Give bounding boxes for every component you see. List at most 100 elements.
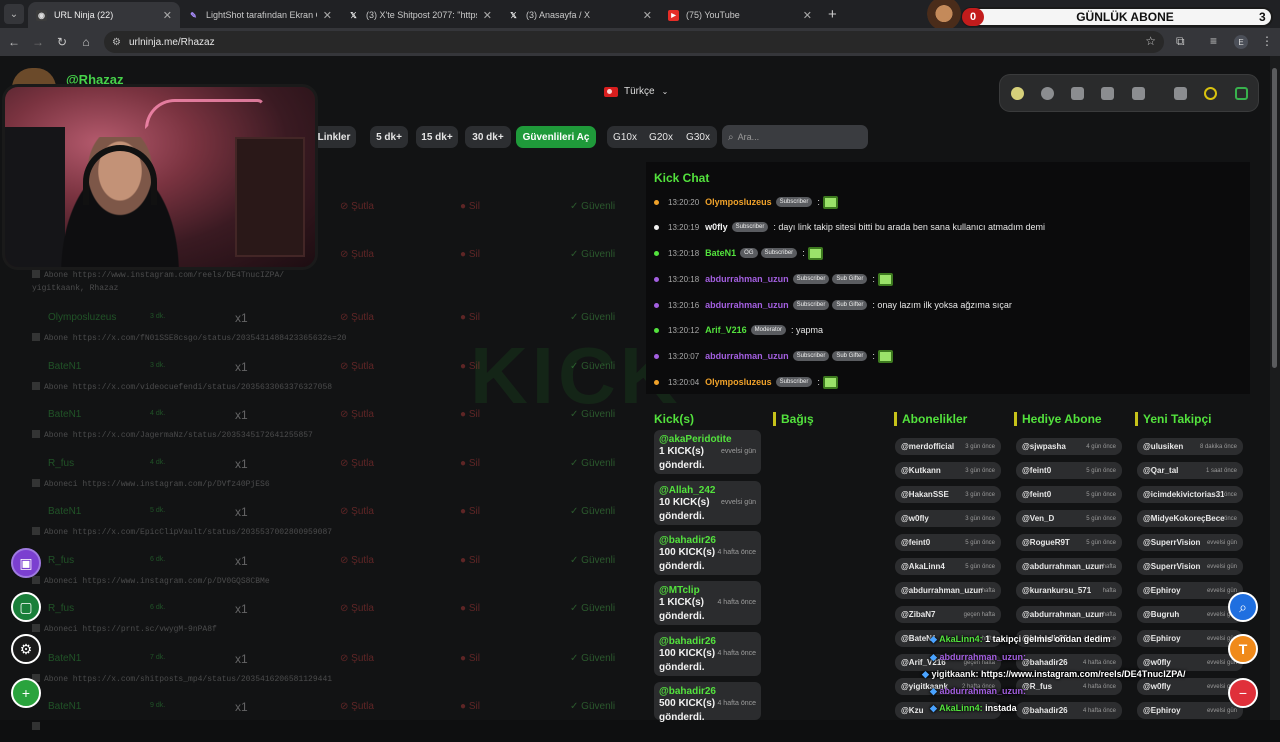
skip-button[interactable]: ⊘ Şutla [340, 701, 374, 712]
trash-icon[interactable] [1174, 87, 1187, 100]
bookmark-star-icon[interactable]: ☆ [1145, 34, 1156, 48]
kick-sender[interactable]: @MTclip [659, 585, 756, 596]
row-link[interactable] [32, 722, 44, 732]
follows-chip[interactable]: @MidyeKokoreçBecegi önce [1137, 510, 1243, 527]
gifts-chip[interactable]: @R_fus 4 hafta önce [1016, 678, 1122, 695]
delete-button[interactable]: ● Sil [460, 458, 480, 469]
translate-icon[interactable]: T [1228, 634, 1258, 664]
subs-chip[interactable]: @w0fly 3 gün önce [895, 510, 1001, 527]
safe-button[interactable]: ✓ Güvenli [570, 249, 615, 260]
home-icon[interactable]: ⌂ [74, 35, 98, 49]
follows-chip[interactable]: @icimdekivictorias31 önce [1137, 486, 1243, 503]
filter-15min-button[interactable]: 15 dk+ [416, 126, 458, 148]
safe-button[interactable]: ✓ Güvenli [570, 506, 615, 517]
delete-button[interactable]: ● Sil [460, 201, 480, 212]
row-user[interactable]: Olymposluzeus [48, 312, 116, 323]
close-icon[interactable]: ✕ [483, 9, 492, 22]
skip-button[interactable]: ⊘ Şutla [340, 555, 374, 566]
row-link[interactable]: Abone https://x.com/EpicClipVault/status… [32, 527, 332, 537]
skip-button[interactable]: ⊘ Şutla [340, 603, 374, 614]
close-icon[interactable]: ✕ [803, 9, 812, 22]
safe-button[interactable]: ✓ Güvenli [570, 361, 615, 372]
forward-icon[interactable]: → [26, 35, 50, 49]
new-tab-button[interactable]: + [828, 6, 837, 23]
row-user[interactable]: BateN1 [48, 361, 81, 372]
url-field[interactable]: ⚙ urlninja.me/Rhazaz ☆ [104, 31, 1164, 53]
filter-30min-button[interactable]: 30 dk+ [465, 126, 511, 148]
delete-button[interactable]: ● Sil [460, 603, 480, 614]
row-link[interactable]: Abone https://x.com/JagermaNz/status/203… [32, 430, 313, 440]
kick-logo-icon[interactable]: ▢ [11, 592, 41, 622]
search-input[interactable]: ⌕ Ara... [722, 125, 868, 149]
follows-chip[interactable]: @ulusiken 8 dakika önce [1137, 438, 1243, 455]
row-link[interactable]: Abone https://x.com/fN01SSE8csgo/status/… [32, 333, 346, 343]
chat-username[interactable]: w0fly [705, 222, 728, 232]
links-button[interactable]: Linkler [312, 126, 356, 148]
follows-chip[interactable]: @Ephiroy evvelsi gün [1137, 582, 1243, 599]
settings-gear-icon[interactable]: ⚙ [11, 634, 41, 664]
follows-chip[interactable]: @SuperrVision evvelsi gün [1137, 534, 1243, 551]
filter-5min-button[interactable]: 5 dk+ [370, 126, 408, 148]
subs-chip[interactable]: @merdofficial 3 gün önce [895, 438, 1001, 455]
tab-x-home[interactable]: 𝕏 (3) Anasayfa / X ✕ [500, 2, 660, 28]
twitter-icon[interactable] [1041, 87, 1054, 100]
language-select[interactable]: Türkçe ⌄ [604, 86, 668, 97]
scrollbar-thumb[interactable] [1272, 68, 1277, 368]
row-user[interactable]: R_fus [48, 555, 74, 566]
add-user-icon[interactable]: + [11, 678, 41, 708]
skip-button[interactable]: ⊘ Şutla [340, 312, 374, 323]
chat-username[interactable]: BateN1 [705, 248, 736, 258]
logo-icon[interactable] [1011, 87, 1024, 100]
open-trusted-button[interactable]: Güvenlileri Aç [516, 126, 596, 148]
chat-username[interactable]: abdurrahman_uzun [705, 351, 789, 361]
subs-chip[interactable]: @AkaLinn4 5 gün önce [895, 558, 1001, 575]
follows-chip[interactable]: @Ephiroy evvelsi gün [1137, 702, 1243, 719]
g10-button[interactable]: G10x [609, 126, 641, 148]
delete-button[interactable]: ● Sil [460, 506, 480, 517]
row-user[interactable]: BateN1 [48, 409, 81, 420]
gifts-chip[interactable]: @kurankursu_571 hafta [1016, 582, 1122, 599]
gifts-chip[interactable]: @abdurrahman_uzun hafta [1016, 558, 1122, 575]
row-user[interactable]: BateN1 [48, 506, 81, 517]
subs-chip[interactable]: @abdurrahman_uzun hafta [895, 582, 1001, 599]
row-link[interactable]: Aboneci https://prnt.sc/vwygM-9nPA8f [32, 624, 217, 634]
safe-button[interactable]: ✓ Güvenli [570, 409, 615, 420]
logout-icon[interactable] [1235, 87, 1248, 100]
kick-sender[interactable]: @bahadir26 [659, 535, 756, 546]
safe-button[interactable]: ✓ Güvenli [570, 312, 615, 323]
reload-icon[interactable]: ↻ [50, 35, 74, 49]
skip-button[interactable]: ⊘ Şutla [340, 409, 374, 420]
skip-button[interactable]: ⊘ Şutla [340, 458, 374, 469]
kick-sender[interactable]: @Allah_242 [659, 485, 756, 496]
gifts-chip[interactable]: @sjwpasha 4 gün önce [1016, 438, 1122, 455]
tab-lightshot[interactable]: ✎ LightShot tarafından Ekran Görü ✕ [180, 2, 340, 28]
skip-button[interactable]: ⊘ Şutla [340, 201, 374, 212]
kick-sender[interactable]: @akaPeridotite [659, 434, 756, 445]
gifts-chip[interactable]: @feint0 5 gün önce [1016, 462, 1122, 479]
row-link[interactable]: Abone https://x.com/shitposts_mp4/status… [32, 674, 332, 684]
close-icon[interactable]: ✕ [643, 9, 652, 22]
safe-button[interactable]: ✓ Güvenli [570, 201, 615, 212]
grid-icon[interactable] [1132, 87, 1145, 100]
delete-button[interactable]: ● Sil [460, 555, 480, 566]
menu-kebab-icon[interactable]: ⋮ [1261, 34, 1273, 48]
g30-button[interactable]: G30x [682, 126, 714, 148]
twitch-icon[interactable]: ▣ [11, 548, 41, 578]
site-info-icon[interactable]: ⚙ [112, 37, 121, 48]
instagram-icon[interactable] [1071, 87, 1084, 100]
search-float-icon[interactable]: ⌕ [1228, 592, 1258, 622]
safe-button[interactable]: ✓ Güvenli [570, 653, 615, 664]
delete-button[interactable]: ● Sil [460, 653, 480, 664]
delete-button[interactable]: ● Sil [460, 409, 480, 420]
subs-chip[interactable]: @feint0 5 gün önce [895, 534, 1001, 551]
gifts-chip[interactable]: @abdurrahman_uzun hafta [1016, 606, 1122, 623]
subs-chip[interactable]: @HakanSSE 3 gün önce [895, 486, 1001, 503]
delete-button[interactable]: ● Sil [460, 312, 480, 323]
safe-button[interactable]: ✓ Güvenli [570, 458, 615, 469]
row-user[interactable]: BateN1 [48, 701, 81, 712]
safe-button[interactable]: ✓ Güvenli [570, 701, 615, 712]
row-link[interactable]: Aboneci https://www.instagram.com/p/DV0G… [32, 576, 270, 586]
tab-url-ninja[interactable]: ◉ URL Ninja (22) ✕ [28, 2, 180, 28]
gifts-chip[interactable]: @RogueR9T 5 gün önce [1016, 534, 1122, 551]
row-link[interactable]: Abone https://x.com/videocuefendi/status… [32, 382, 332, 392]
